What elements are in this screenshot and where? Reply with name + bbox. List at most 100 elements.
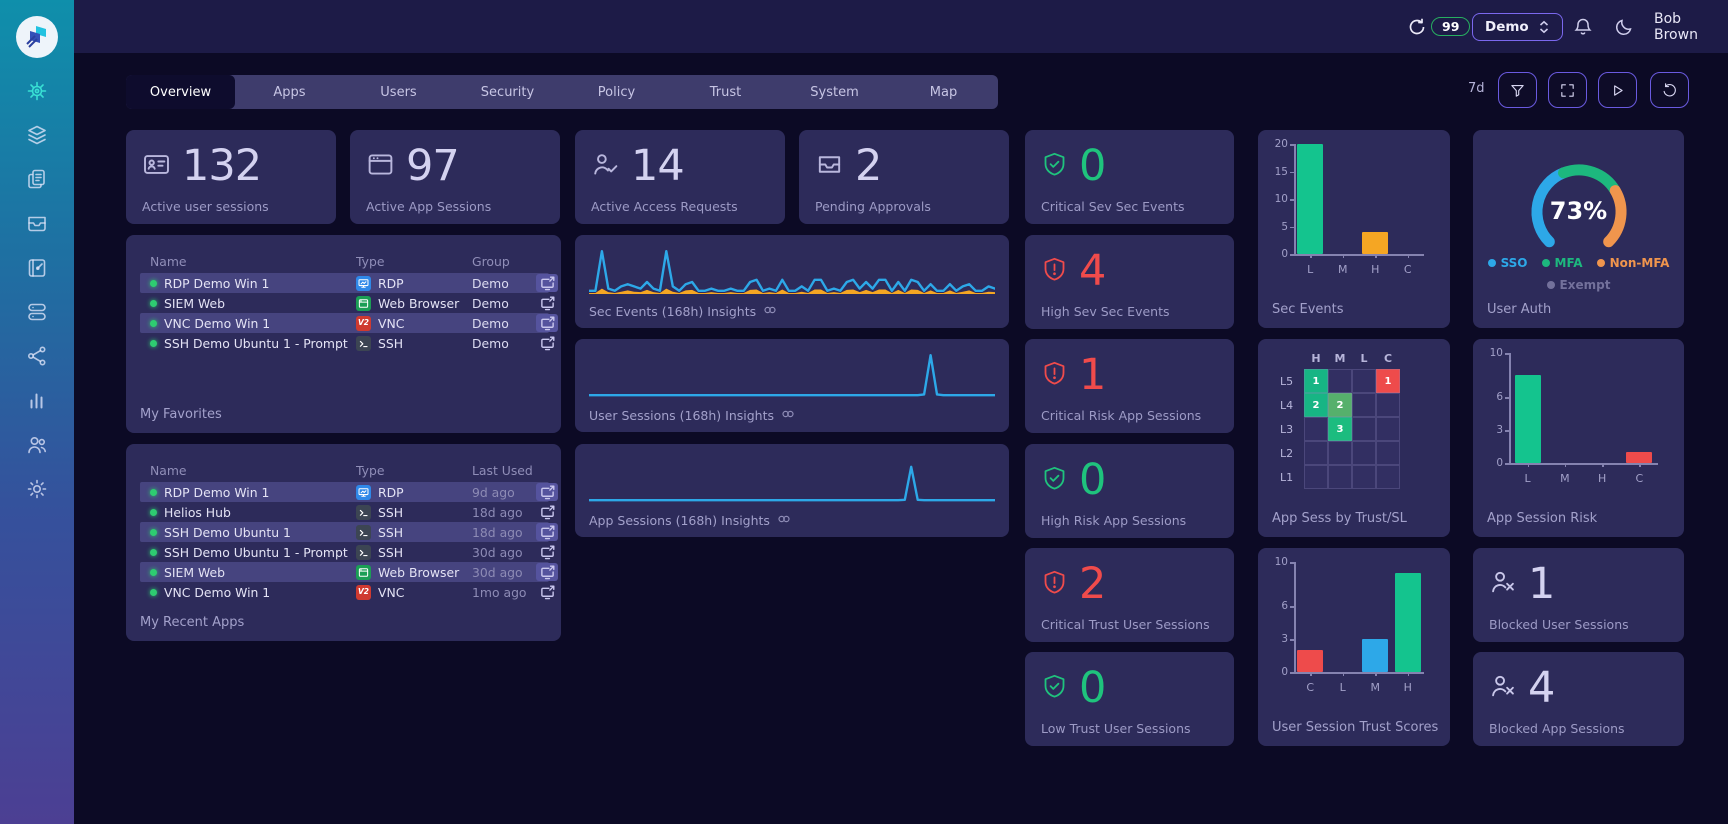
sidebar-item-share[interactable]: [25, 344, 49, 368]
shield-check-icon: [1041, 465, 1068, 496]
stat-value: 97: [406, 141, 460, 191]
tenant-select[interactable]: Demo: [1472, 0, 1563, 53]
link-icon[interactable]: [763, 303, 777, 320]
link-icon[interactable]: [777, 512, 791, 529]
spark_user-chart: [587, 348, 997, 400]
sidebar-item-settings[interactable]: [25, 477, 49, 501]
tab-policy[interactable]: Policy: [562, 75, 671, 109]
app-type-label: Web Browser: [378, 564, 460, 580]
stat-label: Active Access Requests: [591, 199, 738, 214]
launch-app-button[interactable]: [536, 523, 558, 541]
kpi-card-5: 0 Low Trust User Sessions: [1025, 652, 1234, 746]
app-type-label: SSH: [378, 504, 404, 520]
sidebar-item-metrics[interactable]: [25, 388, 49, 412]
notification-count-badge[interactable]: 99: [1431, 0, 1471, 53]
sidebar-item-layers[interactable]: [25, 123, 49, 147]
launch-app-button[interactable]: [536, 543, 558, 561]
app-last-used-cell: 18d ago: [472, 504, 523, 520]
sidebar-item-dashboard[interactable]: [25, 79, 49, 103]
launch-app-button[interactable]: [536, 334, 558, 352]
table-row[interactable]: VNC Demo Win 1 V2 VNC 1mo ago: [140, 582, 554, 602]
refresh-button[interactable]: [1650, 72, 1689, 108]
tab-apps[interactable]: Apps: [235, 75, 344, 109]
y-tick: [1290, 606, 1294, 608]
kpi-value: 0: [1079, 455, 1106, 505]
kpi-label: Low Trust User Sessions: [1041, 721, 1191, 736]
launch-app-button[interactable]: [536, 294, 558, 312]
user-name[interactable]: Bob Brown: [1654, 0, 1728, 53]
sync-icon[interactable]: [1407, 0, 1427, 53]
fullscreen-button[interactable]: [1548, 72, 1587, 108]
table-row[interactable]: SSH Demo Ubuntu 1 SSH 18d ago: [140, 522, 558, 542]
filter-button[interactable]: [1498, 72, 1537, 108]
rdp-type-icon: [356, 484, 371, 500]
stat-card-2: 14 Active Access Requests: [575, 130, 785, 224]
app-name-cell: SSH Demo Ubuntu 1 - Prompt: [140, 336, 356, 351]
x-tick-label: M: [1338, 263, 1348, 276]
x-tick: [1375, 672, 1377, 676]
sidebar-item-servers[interactable]: [25, 300, 49, 324]
app-type-label: VNC: [378, 315, 405, 331]
launch-icon: [540, 296, 554, 310]
table-row[interactable]: SSH Demo Ubuntu 1 - Prompt SSH Demo: [140, 333, 554, 353]
kpi-value: 1: [1079, 350, 1106, 400]
launch-app-button[interactable]: [536, 314, 558, 332]
launch-app-button[interactable]: [536, 483, 558, 501]
app-name-cell: VNC Demo Win 1: [140, 316, 356, 331]
play-button[interactable]: [1598, 72, 1637, 108]
table-row[interactable]: VNC Demo Win 1 V2 VNC Demo: [140, 313, 558, 333]
sidebar-item-inbox[interactable]: [25, 212, 49, 236]
launch-app-button[interactable]: [536, 583, 558, 601]
time-range-label[interactable]: 7d: [1468, 81, 1485, 96]
x-tick-label: M: [1560, 472, 1570, 485]
launch-app-button[interactable]: [536, 503, 558, 521]
app-name: VNC Demo Win 1: [164, 315, 271, 331]
tab-overview[interactable]: Overview: [126, 75, 235, 109]
app-name: RDP Demo Win 1: [164, 275, 270, 291]
table-row[interactable]: SSH Demo Ubuntu 1 - Prompt SSH 30d ago: [140, 542, 554, 562]
tab-map[interactable]: Map: [889, 75, 998, 109]
y-tick: [1505, 353, 1509, 355]
filter-icon: [1511, 84, 1524, 97]
app-logo[interactable]: [16, 16, 58, 58]
y-tick: [1505, 463, 1509, 465]
table-row[interactable]: RDP Demo Win 1 RDP Demo: [140, 273, 558, 293]
table-row[interactable]: Helios Hub SSH 18d ago: [140, 502, 554, 522]
trust_scores-chart: 0 3 6 10 C L M H: [1258, 548, 1450, 746]
heatmap-col-label: C: [1383, 352, 1393, 365]
bar-H: [1394, 573, 1421, 672]
sidebar-item-users[interactable]: [25, 433, 49, 457]
launch-app-button[interactable]: [536, 563, 558, 581]
tab-system[interactable]: System: [780, 75, 889, 109]
table-row[interactable]: SIEM Web Web Browser Demo: [140, 293, 554, 313]
heatmap-card: H M L C L5 1 1 L4 2 2 L3 3 L2 L1 App Sess by Trust/SL: [1258, 339, 1450, 537]
sidebar-item-documents[interactable]: [25, 167, 49, 191]
spark_app-label-row: App Sessions (168h) Insights: [589, 512, 791, 529]
heatmap-cell: [1328, 369, 1352, 393]
x-axis: [1294, 672, 1424, 674]
moon-icon[interactable]: [1614, 0, 1634, 53]
y-tick-label: 3: [1281, 633, 1288, 645]
link-icon[interactable]: [781, 407, 795, 424]
bell-icon[interactable]: [1573, 0, 1593, 53]
tab-users[interactable]: Users: [344, 75, 453, 109]
status-dot: [150, 568, 157, 576]
column-header-group: Group: [472, 253, 510, 269]
column-header-type: Type: [356, 462, 385, 478]
x-tick: [1310, 672, 1312, 676]
tab-security[interactable]: Security: [453, 75, 562, 109]
ssh-type-icon: [356, 544, 371, 560]
y-tick: [1290, 199, 1294, 201]
launch-app-button[interactable]: [536, 274, 558, 292]
layers-icon: [28, 125, 46, 145]
column-header-type: Type: [356, 253, 385, 269]
y-tick: [1505, 430, 1509, 432]
spark_sec-chart: [587, 244, 997, 296]
tab-trust[interactable]: Trust: [671, 75, 780, 109]
table-row[interactable]: SIEM Web Web Browser 30d ago: [140, 562, 558, 582]
sidebar-item-policy-book[interactable]: [25, 256, 49, 280]
recent-title: My Recent Apps: [140, 615, 245, 630]
table-row[interactable]: RDP Demo Win 1 RDP 9d ago: [140, 482, 558, 502]
heatmap-cell: [1376, 441, 1400, 465]
legend-item-non-mfa: Non-MFA: [1596, 256, 1669, 270]
